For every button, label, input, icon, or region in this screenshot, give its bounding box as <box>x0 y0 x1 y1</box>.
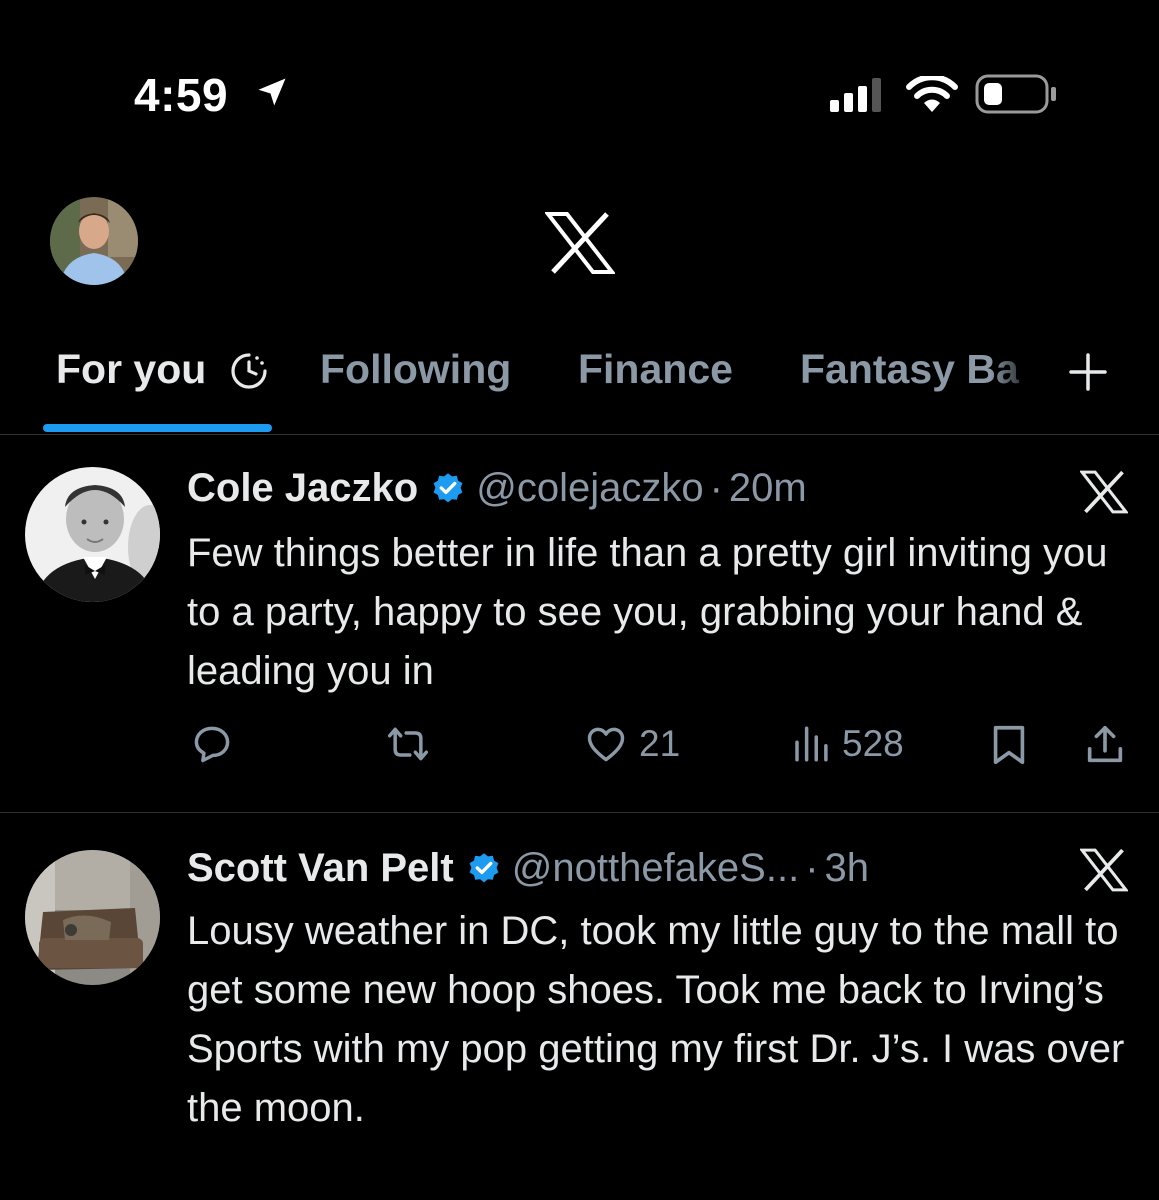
tab-finance[interactable]: Finance <box>578 346 733 393</box>
post-timestamp[interactable]: 20m <box>729 466 807 511</box>
separator-dot: · <box>709 466 723 510</box>
share-icon <box>1087 725 1123 763</box>
view-count: 528 <box>842 723 904 764</box>
post-timestamp[interactable]: 3h <box>825 846 870 891</box>
profile-avatar[interactable] <box>50 197 138 285</box>
post-divider <box>0 812 1159 813</box>
active-tab-indicator <box>43 424 272 432</box>
post-avatar[interactable] <box>25 850 160 985</box>
views-chart-icon <box>795 726 828 762</box>
cellular-signal-icon <box>830 78 881 112</box>
bookmark-button[interactable] <box>986 722 1032 768</box>
author-handle[interactable]: @colejaczko <box>476 466 703 511</box>
tab-label: Following <box>320 346 512 392</box>
author-handle[interactable]: @notthefakeS... <box>512 846 799 891</box>
x-grok-icon[interactable] <box>1080 470 1128 514</box>
x-grok-icon[interactable] <box>1080 848 1128 892</box>
tab-for-you[interactable]: For you <box>56 346 206 393</box>
battery-icon <box>975 74 1056 114</box>
heart-icon <box>587 727 625 762</box>
bookmark-icon <box>993 725 1025 765</box>
post-header: Scott Van Pelt @notthefakeS... · 3h <box>187 846 869 891</box>
tab-label: Finance <box>578 346 733 392</box>
tab-following[interactable]: Following <box>320 346 511 393</box>
post-text: Lousy weather in DC, took my little guy … <box>187 909 1125 1130</box>
post-text: Few things better in life than a pretty … <box>187 531 1108 693</box>
tab-label: For you <box>56 346 207 392</box>
repost-button[interactable] <box>385 722 431 766</box>
wifi-icon <box>906 76 958 112</box>
clock-icon <box>231 353 267 389</box>
verified-badge-icon <box>433 472 463 502</box>
tab-label: Fantasy Ba <box>800 346 1019 392</box>
post-avatar[interactable] <box>25 467 160 602</box>
reply-button[interactable] <box>190 722 234 766</box>
post-actions: 21 528 <box>0 722 1159 782</box>
author-name[interactable]: Scott Van Pelt <box>187 846 454 891</box>
x-logo-icon <box>545 212 615 274</box>
add-tab-icon[interactable] <box>1068 352 1108 392</box>
tab-fantasy[interactable]: Fantasy Ba <box>800 346 1038 393</box>
share-button[interactable] <box>1082 722 1128 768</box>
separator-dot: · <box>805 846 819 890</box>
like-count: 21 <box>639 723 681 764</box>
timeline-tabs: For you Following Finance Fantasy Ba <box>0 330 1159 435</box>
post-header: Cole Jaczko @colejaczko · 20m <box>187 466 807 511</box>
status-time: 4:59 <box>134 69 229 121</box>
location-arrow-icon <box>258 78 286 106</box>
verified-badge-icon <box>469 852 499 882</box>
author-name[interactable]: Cole Jaczko <box>187 466 418 511</box>
like-button[interactable]: 21 <box>583 722 680 766</box>
views-button[interactable]: 528 <box>790 722 904 766</box>
reply-icon <box>194 726 230 763</box>
repost-icon <box>387 727 429 761</box>
